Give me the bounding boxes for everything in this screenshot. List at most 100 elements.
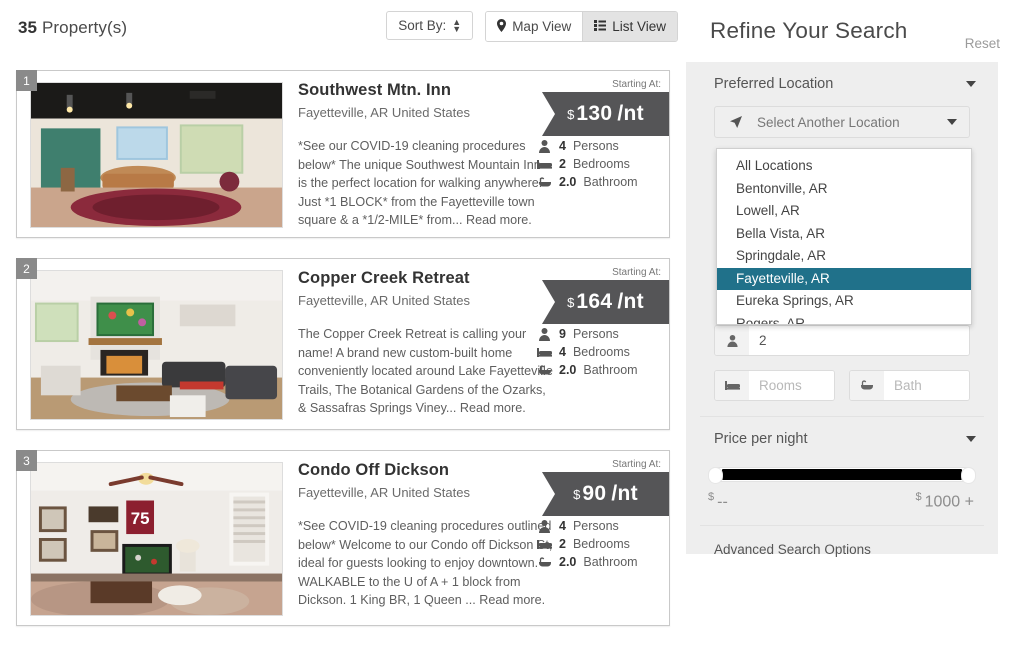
property-location: Fayetteville, AR United States — [298, 293, 470, 308]
location-option[interactable]: Fayetteville, AR — [717, 267, 971, 290]
navigation-arrow-icon — [715, 115, 757, 129]
sort-by-button[interactable]: Sort By: ▲ ▼ — [386, 11, 474, 40]
property-photo[interactable] — [30, 270, 283, 420]
advanced-search-options-label: Advanced Search Options — [714, 541, 871, 557]
sort-caret-icon: ▲ ▼ — [452, 16, 462, 34]
page-title: Refine Your Search — [710, 18, 908, 43]
price-slider-wrap — [686, 461, 998, 483]
location-option[interactable]: Bella Vista, AR — [717, 223, 971, 246]
person-icon — [537, 327, 552, 341]
currency-symbol: $ — [573, 486, 581, 502]
location-dropdown-list[interactable]: All Locations Bentonville, AR Lowell, AR Be… — [716, 148, 972, 325]
rooms-input[interactable] — [749, 371, 834, 400]
amenity-bathroom: 2.0 Bathroom — [537, 553, 661, 571]
amenities-list: 4 Persons 2 Bedrooms 2.0 Bathroom — [537, 137, 661, 191]
list-view-label: List View — [612, 19, 666, 34]
card-index-badge: 3 — [16, 450, 37, 471]
person-icon — [537, 519, 552, 533]
bathroom-label: Bathroom — [583, 175, 638, 189]
reset-button[interactable]: Reset — [965, 36, 1000, 51]
bedrooms-label: Bedrooms — [572, 157, 630, 171]
results-column: 35 Property(s) Sort By: ▲ ▼ Map View Lis… — [0, 0, 686, 665]
property-location: Fayetteville, AR United States — [298, 105, 470, 120]
preferred-location-label: Preferred Location — [714, 76, 834, 92]
price-banner: $ 130 /nt — [542, 92, 669, 136]
property-photo[interactable] — [30, 82, 283, 228]
amenity-bedrooms: 2 Bedrooms — [537, 155, 661, 173]
card-body: Condo Off Dickson Fayetteville, AR Unite… — [298, 461, 553, 610]
amenities-list: 4 Persons 2 Bedrooms 2.0 Bathroom — [537, 517, 661, 571]
persons-value: 9 — [559, 327, 566, 341]
starting-at-label: Starting At: — [612, 267, 661, 278]
card-body: Copper Creek Retreat Fayetteville, AR Un… — [298, 269, 553, 418]
location-select[interactable]: Select Another Location — [714, 106, 970, 138]
persons-label: Persons — [572, 139, 619, 153]
rooms-field[interactable] — [714, 370, 835, 401]
chevron-down-icon — [966, 436, 976, 442]
price-ribbon: Starting At: $ 90 /nt — [534, 459, 669, 516]
bathtub-icon — [537, 364, 552, 376]
currency-symbol: $ — [567, 294, 575, 310]
amenity-bathroom: 2.0 Bathroom — [537, 361, 661, 379]
price-banner: $ 90 /nt — [542, 472, 669, 516]
card-index-badge: 1 — [16, 70, 37, 91]
location-option[interactable]: Bentonville, AR — [717, 178, 971, 201]
property-card[interactable]: 1 Southwest Mtn. Inn Fayetteville, AR Un… — [16, 70, 670, 238]
map-view-label: Map View — [512, 19, 572, 34]
location-option[interactable]: Springdale, AR — [717, 245, 971, 268]
bed-icon — [537, 539, 552, 550]
rate-suffix: /nt — [611, 482, 638, 505]
refine-search-panel: Refine Your Search Reset Preferred Locat… — [686, 0, 1024, 665]
amenity-bedrooms: 4 Bedrooms — [537, 343, 661, 361]
bed-icon — [715, 371, 749, 400]
price-max: $1000 + — [915, 491, 974, 511]
starting-at-label: Starting At: — [612, 459, 661, 470]
amenity-persons: 4 Persons — [537, 137, 661, 155]
amenity-bedrooms: 2 Bedrooms — [537, 535, 661, 553]
price-max-value: 1000 + — [924, 493, 974, 511]
amenities-list: 9 Persons 4 Bedrooms 2.0 Bathroom — [537, 325, 661, 379]
person-icon — [537, 139, 552, 153]
slider-track — [722, 469, 962, 480]
guests-field[interactable] — [714, 325, 970, 356]
rate-suffix: /nt — [617, 102, 644, 125]
location-option[interactable]: Eureka Springs, AR — [717, 290, 971, 313]
property-count: 35 Property(s) — [18, 18, 127, 38]
slider-handle-min[interactable] — [709, 468, 722, 483]
property-card[interactable]: 2 Copper Creek Retreat Fayetteville, AR … — [16, 258, 670, 430]
results-header: 35 Property(s) Sort By: ▲ ▼ Map View Lis… — [0, 0, 686, 56]
location-option[interactable]: All Locations — [717, 155, 971, 178]
property-photo[interactable]: 75 — [30, 462, 283, 616]
bathtub-icon — [850, 371, 884, 400]
property-title[interactable]: Copper Creek Retreat — [298, 269, 553, 288]
location-option[interactable]: Rogers, AR — [717, 313, 971, 325]
currency-symbol: $ — [708, 491, 715, 503]
price-amount: 130 — [576, 102, 613, 125]
price-per-night-section[interactable]: Price per night — [686, 417, 998, 461]
slider-handle-max[interactable] — [962, 468, 975, 483]
property-title[interactable]: Condo Off Dickson — [298, 461, 553, 480]
bathroom-value: 2.0 — [559, 363, 577, 377]
preferred-location-section[interactable]: Preferred Location — [686, 62, 998, 106]
bedrooms-value: 4 — [559, 345, 566, 359]
price-range-slider[interactable] — [708, 467, 976, 483]
list-view-button[interactable]: List View — [582, 12, 677, 41]
bedrooms-label: Bedrooms — [572, 537, 630, 551]
location-option[interactable]: Lowell, AR — [717, 200, 971, 223]
advanced-search-options[interactable]: Advanced Search Options — [686, 526, 998, 572]
price-banner: $ 164 /nt — [542, 280, 669, 324]
property-card[interactable]: 3 75 Condo Off Dickson Fayetteville, AR … — [16, 450, 670, 626]
property-description: *See our COVID-19 cleaning procedures be… — [298, 139, 543, 227]
property-title[interactable]: Southwest Mtn. Inn — [298, 81, 553, 100]
bath-input[interactable] — [884, 371, 969, 400]
map-view-button[interactable]: Map View — [486, 12, 583, 41]
guests-input[interactable] — [749, 326, 969, 355]
rate-suffix: /nt — [617, 290, 644, 313]
persons-value: 4 — [559, 519, 566, 533]
currency-symbol: $ — [567, 106, 575, 122]
price-amount: 164 — [576, 290, 613, 313]
view-controls: Sort By: ▲ ▼ Map View List View — [386, 11, 678, 42]
card-index-badge: 2 — [16, 258, 37, 279]
bath-field[interactable] — [849, 370, 970, 401]
bedrooms-label: Bedrooms — [572, 345, 630, 359]
